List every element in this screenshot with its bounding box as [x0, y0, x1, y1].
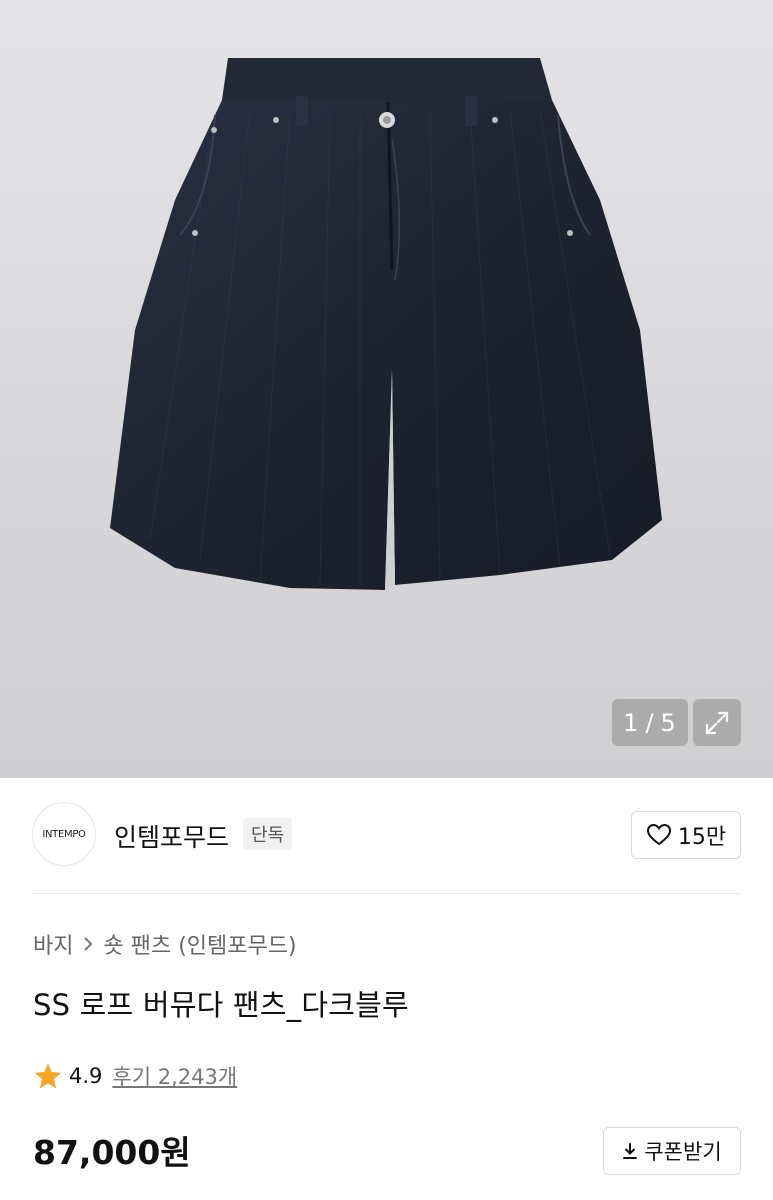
coupon-label: 쿠폰받기: [644, 1140, 722, 1164]
rating-row: 4.9 후기 2,243개: [33, 1061, 237, 1091]
counter-total: 5: [660, 708, 677, 737]
expand-icon: [705, 711, 729, 734]
coupon-button[interactable]: 쿠폰받기: [603, 1127, 741, 1175]
download-icon: [623, 1143, 638, 1159]
exclusive-badge: 단독: [243, 818, 293, 850]
heart-icon: [646, 823, 671, 846]
product-title: SS 로프 버뮤다 팬츠_다크블루: [33, 988, 409, 1022]
product-image-gallery[interactable]: 1 / 5: [0, 0, 773, 778]
brand-logo-text: INTEMPO: [42, 828, 86, 840]
product-image: [110, 58, 662, 590]
product-price: 87,000원: [33, 1133, 191, 1172]
expand-button[interactable]: [693, 699, 741, 746]
like-count: 15만: [677, 825, 727, 850]
breadcrumb-item-category[interactable]: 바지: [33, 928, 73, 960]
rating-score: 4.9: [69, 1064, 103, 1088]
brand-logo[interactable]: INTEMPO: [32, 802, 96, 866]
divider: [32, 893, 741, 894]
brand-row: INTEMPO 인템포무드 단독 15만: [0, 800, 773, 870]
counter-current: 1: [623, 708, 640, 737]
star-icon: [34, 1063, 62, 1089]
chevron-right-icon: [84, 937, 93, 951]
review-link[interactable]: 후기 2,243개: [112, 1061, 237, 1091]
counter-separator: /: [645, 708, 655, 737]
like-button[interactable]: 15만: [631, 811, 741, 859]
breadcrumb: 바지 숏 팬츠 (인템포무드): [33, 928, 297, 960]
breadcrumb-item-subcategory[interactable]: 숏 팬츠 (인템포무드): [103, 928, 296, 960]
brand-name[interactable]: 인템포무드: [114, 818, 229, 854]
image-counter: 1 / 5: [612, 699, 688, 746]
